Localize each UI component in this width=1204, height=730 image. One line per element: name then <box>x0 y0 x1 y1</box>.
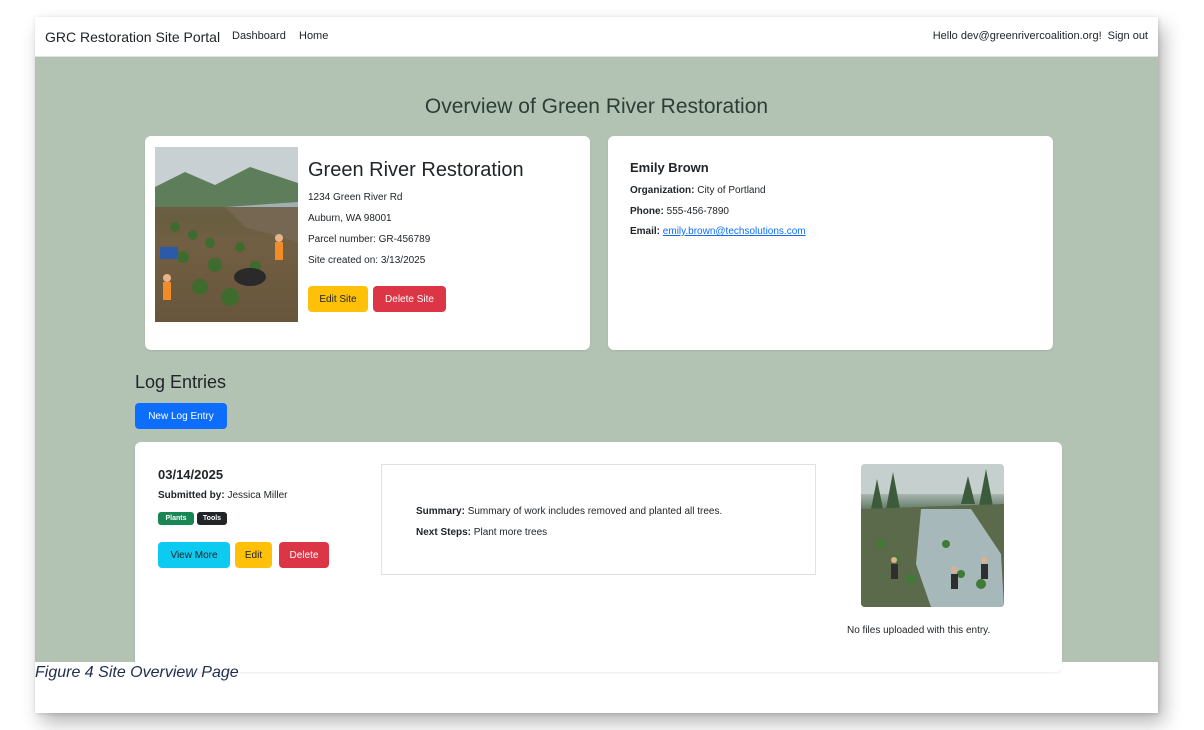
edit-log-button[interactable]: Edit <box>235 542 272 568</box>
delete-log-button[interactable]: Delete <box>279 542 329 568</box>
contact-name: Emily Brown <box>630 160 709 175</box>
app-screenshot: GRC Restoration Site Portal Dashboard Ho… <box>35 17 1158 713</box>
brand-link[interactable]: GRC Restoration Site Portal <box>45 29 220 45</box>
log-entries-heading: Log Entries <box>135 372 227 392</box>
submitted-by-label: Submitted by: <box>158 490 225 501</box>
new-log-entry-button[interactable]: New Log Entry <box>135 403 227 429</box>
submitted-by-value: Jessica Miller <box>227 490 288 501</box>
next-steps-text: Plant more trees <box>473 527 548 538</box>
log-entry-card: 03/14/2025 Submitted by: Jessica Miller … <box>135 442 1062 672</box>
contact-phone: Phone: 555-456-7890 <box>630 206 729 217</box>
page-content: Overview of Green River Restoration Gree… <box>35 57 1158 672</box>
figure-caption: Figure 4 Site Overview Page <box>35 664 239 681</box>
contact-email: Email: emily.brown@techsolutions.com <box>630 226 806 237</box>
log-summary-box: Summary: Summary of work includes remove… <box>381 464 816 575</box>
email-label: Email: <box>630 226 661 237</box>
phone-value: 555-456-7890 <box>666 206 729 217</box>
sign-out-link[interactable]: Sign out <box>1108 30 1148 42</box>
contact-card: Emily Brown Organization: City of Portla… <box>608 136 1053 350</box>
next-steps-label: Next Steps: <box>416 527 472 538</box>
no-files-note: No files uploaded with this entry. <box>847 625 991 636</box>
nav-link-home[interactable]: Home <box>299 30 328 42</box>
log-entry-submitter: Submitted by: Jessica Miller <box>158 490 287 501</box>
email-link[interactable]: emily.brown@techsolutions.com <box>663 226 806 237</box>
site-address-line1: 1234 Green River Rd <box>308 192 403 203</box>
edit-site-button[interactable]: Edit Site <box>308 286 368 312</box>
contact-organization: Organization: City of Portland <box>630 185 766 196</box>
site-name: Green River Restoration <box>308 159 524 181</box>
summary-line: Summary: Summary of work includes remove… <box>416 506 722 517</box>
site-photo <box>155 147 298 322</box>
view-more-button[interactable]: View More <box>158 542 230 568</box>
nav-link-dashboard[interactable]: Dashboard <box>232 30 286 42</box>
next-steps-line: Next Steps: Plant more trees <box>416 527 547 538</box>
top-navbar: GRC Restoration Site Portal Dashboard Ho… <box>35 17 1158 57</box>
site-created-date: Site created on: 3/13/2025 <box>308 255 426 266</box>
phone-label: Phone: <box>630 206 664 217</box>
organization-label: Organization: <box>630 185 695 196</box>
user-menu: Hello dev@greenrivercoalition.org! Sign … <box>933 30 1148 42</box>
summary-label: Summary: <box>416 506 465 517</box>
log-photo-illustration <box>861 464 1004 607</box>
summary-text: Summary of work includes removed and pla… <box>467 506 723 517</box>
log-entry-date: 03/14/2025 <box>158 467 224 482</box>
greeting-text: Hello dev@greenrivercoalition.org! <box>932 30 1102 42</box>
site-address-line2: Auburn, WA 98001 <box>308 213 392 224</box>
organization-value: City of Portland <box>697 185 766 196</box>
site-card: Green River Restoration 1234 Green River… <box>145 136 590 350</box>
tag-badge-tools: Tools <box>197 512 227 525</box>
page-title: Overview of Green River Restoration <box>424 95 769 118</box>
delete-site-button[interactable]: Delete Site <box>373 286 446 312</box>
tag-badge-plants: Plants <box>158 512 194 525</box>
site-photo-illustration <box>155 147 298 322</box>
site-parcel-number: Parcel number: GR-456789 <box>308 234 431 245</box>
log-entry-photo <box>861 464 1004 607</box>
